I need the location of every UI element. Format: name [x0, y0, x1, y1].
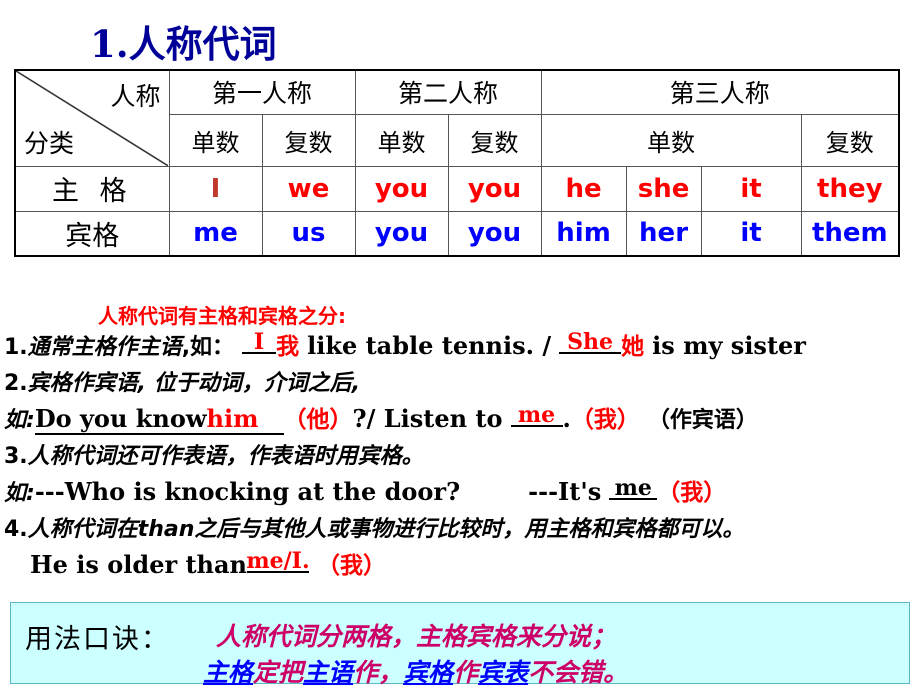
cell-subjective-it: it — [700, 165, 802, 212]
mnemonic-part-7: 不会错。 — [528, 658, 629, 687]
cell-objective-it: it — [700, 210, 802, 257]
header-second-singular: 单数 — [354, 113, 449, 167]
cell-objective-you-pl: you — [447, 210, 542, 257]
note-2-answer-2: me — [517, 402, 556, 428]
mnemonic-line-2: 主格定把主语作，宾格作宾表不会错。 — [203, 653, 628, 689]
cell-objective-you-sg: you — [354, 210, 449, 257]
row-label-objective: 宾格 — [14, 210, 170, 257]
header-first-plural: 复数 — [261, 113, 356, 167]
mnemonic-part-4: 宾格 — [403, 658, 454, 687]
note-2-number: 2. — [4, 371, 28, 396]
cell-objective-her: her — [625, 210, 702, 257]
note-1-blank-1: I — [242, 329, 277, 364]
note-4-en: He is older than — [30, 550, 247, 579]
table-corner-cell: 人称 分类 — [14, 69, 170, 167]
header-first-singular: 单数 — [168, 113, 263, 167]
cell-objective-us: us — [261, 210, 356, 257]
note-2-cn: 宾格作宾语, 位于动词，介词之后, — [27, 371, 361, 396]
mnemonic-part-6: 宾表 — [478, 658, 529, 687]
note-1-blank-2: She — [559, 329, 622, 364]
note-3-cn: 人称代词还可作表语，作表语时用宾格。 — [27, 444, 424, 469]
cell-objective-them: them — [800, 210, 900, 257]
cell-subjective-we: we — [261, 165, 356, 212]
mnemonic-line-1: 人称代词分两格，主格宾格来分说； — [216, 622, 617, 651]
table-header-row-person: 人称 分类 第一人称 第二人称 第三人称 — [14, 69, 900, 167]
mnemonic-part-0: 主格 — [203, 658, 254, 687]
note-1-cn-tail: ,如： — [181, 335, 235, 360]
note-2-gloss-1: （他） — [283, 407, 353, 433]
note-3-gloss: （我） — [657, 480, 727, 506]
row-label-subjective: 主 格 — [14, 165, 170, 212]
note-4-answer: me/I. — [246, 548, 310, 574]
note-1-answer-2: She — [567, 329, 614, 355]
note-2-answer-1: him — [206, 404, 259, 435]
cell-subjective-i: I — [168, 165, 263, 212]
cell-subjective-you-sg: you — [354, 165, 449, 212]
note-line-3b: 如:---Who is knocking at the door? ---It'… — [0, 474, 920, 511]
mnemonic-part-5: 作 — [453, 658, 479, 687]
note-2-period: . — [562, 404, 571, 433]
cell-subjective-they: they — [800, 165, 900, 212]
corner-label-person: 人称 — [110, 82, 161, 111]
cell-subjective-you-pl: you — [447, 165, 542, 212]
cell-subjective-she: she — [625, 165, 702, 212]
note-line-2b: 如:Do you knowhim （他）?/ Listen to me .（我）… — [0, 401, 920, 438]
note-2-rule-1 — [258, 404, 284, 435]
note-4-blank: me/I. — [246, 548, 309, 583]
mnemonic-part-2: 主语 — [303, 658, 354, 687]
note-3-answer: me — [614, 475, 652, 501]
note-3-en-1: ---Who is knocking at the door? — [34, 477, 461, 506]
note-1-en-2: is my sister — [652, 331, 806, 360]
note-4-gloss: （我） — [317, 553, 387, 579]
mnemonic-label: 用法口诀： — [25, 624, 170, 655]
notes-section: 人称代词有主格和宾格之分: 1.通常主格作主语,如： I 我 like tabl… — [0, 304, 920, 584]
note-3-lead: 如: — [4, 481, 35, 506]
table-row-objective: 宾格 me us you you him her it them — [14, 210, 900, 257]
note-line-1: 1.通常主格作主语,如： I 我 like table tennis. / Sh… — [0, 328, 920, 365]
note-3-en-2: ---It's — [528, 477, 602, 506]
note-1-cn: 通常主格作主语 — [27, 335, 182, 360]
cell-objective-me: me — [168, 210, 263, 257]
header-third-plural: 复数 — [800, 113, 900, 167]
note-3-blank: me — [609, 475, 658, 510]
page-title: 1.人称代词 — [90, 22, 277, 66]
note-1-answer-1: I — [253, 329, 265, 355]
header-third-person: 第三人称 — [540, 69, 900, 115]
header-second-plural: 复数 — [447, 113, 542, 167]
cell-subjective-he: he — [540, 165, 627, 212]
note-1-gloss-2: 她 — [621, 334, 645, 360]
mnemonic-part-1: 定把 — [253, 658, 304, 687]
mnemonic-part-3: 作， — [353, 658, 404, 687]
note-4-number: 4. — [4, 517, 28, 542]
note-1-number: 1. — [4, 335, 28, 360]
pronoun-table: 人称 分类 第一人称 第二人称 第三人称 单数 复数 单数 复数 单数 复数 主… — [14, 69, 901, 257]
note-line-2: 2.宾格作宾语, 位于动词，介词之后, — [0, 365, 920, 401]
note-2-lead: 如: — [4, 408, 35, 433]
note-line-4: 4.人称代词在than之后与其他人或事物进行比较时，用主格和宾格都可以。 — [0, 511, 920, 547]
note-4-cn: 人称代词在than之后与其他人或事物进行比较时，用主格和宾格都可以。 — [27, 517, 745, 542]
note-line-4b: He is older than me/I. （我） — [0, 547, 920, 584]
note-line-3: 3.人称代词还可作表语，作表语时用宾格。 — [0, 438, 920, 474]
note-1-gloss-1: 我 — [276, 334, 300, 360]
notes-heading: 人称代词有主格和宾格之分: — [98, 304, 346, 328]
note-3-number: 3. — [4, 444, 28, 469]
note-2-gloss-2: （我） — [570, 407, 640, 433]
note-2-en-1: Do you know — [34, 404, 207, 435]
note-1-en-1: like table tennis. / — [307, 331, 552, 360]
corner-label-category: 分类 — [24, 128, 75, 158]
note-2-en-2: ?/ Listen to — [352, 404, 503, 433]
header-third-singular: 单数 — [540, 113, 802, 167]
header-first-person: 第一人称 — [168, 69, 356, 115]
table-row-subjective: 主 格 I we you you he she it they — [14, 165, 900, 212]
note-2-gloss-3: （作宾语） — [647, 408, 758, 433]
note-2-blank-2: me — [510, 402, 563, 437]
cell-objective-him: him — [540, 210, 627, 257]
mnemonic-box: 用法口诀： 人称代词分两格，主格宾格来分说； 主格定把主语作，宾格作宾表不会错。 — [10, 602, 910, 687]
header-second-person: 第二人称 — [354, 69, 542, 115]
